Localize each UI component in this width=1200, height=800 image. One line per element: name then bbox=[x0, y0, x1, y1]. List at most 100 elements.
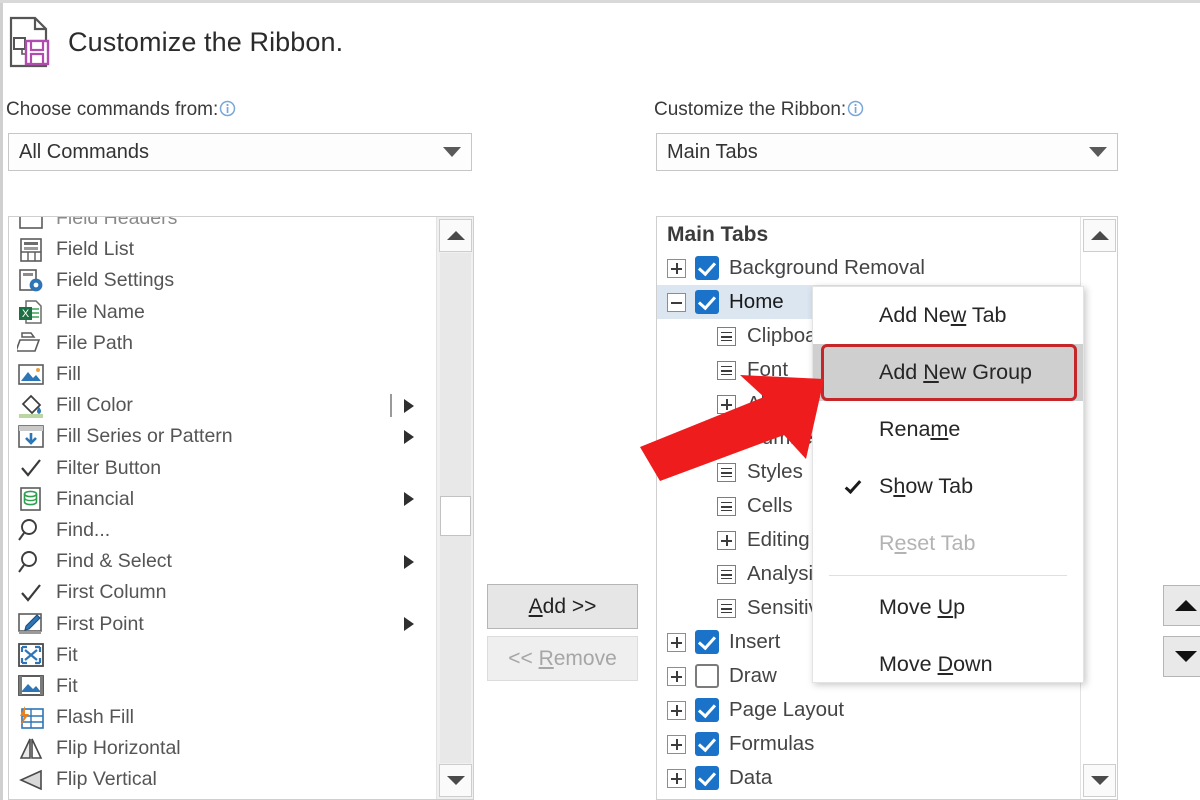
context-menu-item-label: Move Up bbox=[879, 595, 966, 619]
add-button[interactable]: Add >> bbox=[487, 584, 638, 629]
group-expand-icon[interactable] bbox=[717, 530, 736, 550]
ribbon-tree-scrollbar[interactable] bbox=[1080, 217, 1117, 799]
scroll-up-button[interactable] bbox=[439, 219, 472, 252]
move-down-button[interactable] bbox=[1163, 636, 1200, 677]
command-list-item[interactable]: Find... bbox=[9, 515, 436, 546]
submenu-arrow-icon[interactable] bbox=[404, 492, 414, 507]
tab-visibility-checkbox[interactable] bbox=[695, 290, 719, 314]
command-list-item[interactable]: Field List bbox=[9, 234, 436, 265]
tab-visibility-checkbox[interactable] bbox=[695, 766, 719, 790]
field-settings-gear-icon bbox=[17, 268, 45, 294]
command-list-item-label: File Name bbox=[56, 300, 145, 323]
pencil-edit-icon bbox=[17, 611, 45, 637]
tree-item-label: Cells bbox=[747, 494, 793, 517]
command-list-item[interactable]: Field Settings bbox=[9, 265, 436, 296]
group-collapse-icon[interactable] bbox=[717, 496, 736, 516]
command-list-item[interactable]: Field Headers bbox=[9, 217, 436, 234]
scrollbar-track-upper[interactable] bbox=[440, 253, 471, 496]
scroll-down-button[interactable] bbox=[439, 764, 472, 797]
context-menu-item-show-tab[interactable]: Show Tab bbox=[813, 458, 1083, 515]
context-menu-item-add-new-group[interactable]: Add New Group bbox=[813, 344, 1083, 401]
customize-ribbon-label: Customize the Ribbon: bbox=[654, 99, 864, 123]
command-list-item[interactable]: Fit bbox=[9, 640, 436, 671]
tab-visibility-checkbox[interactable] bbox=[695, 256, 719, 280]
tab-visibility-checkbox[interactable] bbox=[695, 698, 719, 722]
expand-icon[interactable] bbox=[667, 768, 686, 788]
customize-ribbon-dropdown[interactable]: Main Tabs bbox=[656, 133, 1118, 171]
customize-ribbon-dialog: Customize the Ribbon. Choose commands fr… bbox=[0, 0, 1200, 800]
commands-list[interactable]: Field Headers Field List Field Settings X Fi… bbox=[9, 217, 436, 799]
info-icon[interactable] bbox=[847, 100, 864, 123]
command-list-item-label: Fill Color bbox=[56, 394, 133, 417]
submenu-arrow-icon[interactable] bbox=[404, 398, 414, 413]
tab-visibility-checkbox[interactable] bbox=[695, 664, 719, 688]
context-menu-item-label: Rename bbox=[879, 417, 961, 441]
command-list-item[interactable]: X File Name bbox=[9, 297, 436, 328]
command-list-item[interactable]: Fit bbox=[9, 671, 436, 702]
info-icon[interactable] bbox=[219, 100, 236, 123]
group-collapse-icon[interactable] bbox=[717, 326, 736, 346]
command-list-item[interactable]: Financial bbox=[9, 484, 436, 515]
command-list-item[interactable]: First Column bbox=[9, 577, 436, 608]
tree-tab-item[interactable]: Data bbox=[657, 761, 1080, 795]
scroll-down-arrow-icon bbox=[446, 776, 465, 785]
command-list-item-label: Find & Select bbox=[56, 550, 172, 573]
command-list-item-label: Filter Button bbox=[56, 456, 162, 479]
flip-vertical-icon bbox=[17, 767, 45, 793]
command-list-item-label: Fit bbox=[56, 643, 78, 666]
commands-list-scrollbar[interactable] bbox=[436, 217, 473, 799]
tree-scroll-down-button[interactable] bbox=[1083, 764, 1116, 797]
submenu-arrow-icon[interactable] bbox=[404, 617, 414, 632]
expand-icon[interactable] bbox=[667, 666, 686, 686]
scrollbar-thumb[interactable] bbox=[440, 496, 471, 536]
command-list-item-label: Find... bbox=[56, 518, 111, 541]
tree-item-label: Formulas bbox=[729, 732, 815, 755]
command-list-item-label: First Point bbox=[56, 612, 144, 635]
command-list-item[interactable]: Flip Horizontal bbox=[9, 733, 436, 764]
command-list-item-label: Fit bbox=[56, 674, 78, 697]
command-list-item[interactable]: First Point bbox=[9, 608, 436, 639]
excel-file-icon: X bbox=[17, 299, 45, 325]
expand-icon[interactable] bbox=[667, 632, 686, 652]
fill-down-arrow-icon bbox=[17, 424, 45, 450]
command-list-item-label: Flash Fill bbox=[56, 706, 135, 729]
command-list-item[interactable]: Fill Series or Pattern bbox=[9, 421, 436, 452]
context-menu-item-move-up[interactable]: Move Up bbox=[813, 579, 1083, 636]
tree-item-label: Background Removal bbox=[729, 256, 925, 279]
group-collapse-icon[interactable] bbox=[717, 598, 736, 618]
page-title-row: Customize the Ribbon. bbox=[8, 16, 343, 68]
context-menu-item-move-down[interactable]: Move Down bbox=[813, 636, 1083, 693]
command-list-item[interactable]: Find & Select bbox=[9, 546, 436, 577]
command-list-item[interactable]: Flash Fill bbox=[9, 702, 436, 733]
remove-button[interactable]: << Remove bbox=[487, 636, 638, 681]
context-menu-item-rename[interactable]: Rename bbox=[813, 401, 1083, 458]
paint-bucket-icon bbox=[17, 393, 45, 419]
submenu-arrow-icon[interactable] bbox=[404, 554, 414, 569]
move-up-button[interactable] bbox=[1163, 585, 1200, 626]
tree-scroll-up-button[interactable] bbox=[1083, 219, 1116, 252]
expand-icon[interactable] bbox=[667, 700, 686, 720]
tree-tab-item[interactable]: Page Layout bbox=[657, 693, 1080, 727]
tree-tab-item[interactable]: Formulas bbox=[657, 727, 1080, 761]
tree-tab-item[interactable]: Background Removal bbox=[657, 251, 1080, 285]
collapse-icon[interactable] bbox=[667, 292, 686, 312]
command-list-item[interactable]: File Path bbox=[9, 328, 436, 359]
tree-item-label: Home bbox=[729, 290, 784, 313]
tab-visibility-checkbox[interactable] bbox=[695, 732, 719, 756]
add-accel: A bbox=[528, 594, 543, 618]
tab-visibility-checkbox[interactable] bbox=[695, 630, 719, 654]
group-collapse-icon[interactable] bbox=[717, 564, 736, 584]
scrollbar-track-lower[interactable] bbox=[440, 536, 471, 763]
command-list-item[interactable]: Filter Button bbox=[9, 453, 436, 484]
tree-tab-item[interactable]: Review bbox=[657, 795, 1080, 799]
submenu-arrow-icon[interactable] bbox=[404, 429, 414, 444]
context-menu-items: Add New Tab Add New Group Rename Show Tab Re… bbox=[813, 287, 1083, 693]
expand-icon[interactable] bbox=[667, 258, 686, 278]
choose-commands-from-dropdown[interactable]: All Commands bbox=[8, 133, 472, 171]
command-list-item[interactable]: Fill Color bbox=[9, 390, 436, 421]
context-menu-item-add-new-tab[interactable]: Add New Tab bbox=[813, 287, 1083, 344]
command-list-item[interactable]: Flip Vertical bbox=[9, 764, 436, 795]
expand-icon[interactable] bbox=[667, 734, 686, 754]
command-list-item[interactable]: Fill bbox=[9, 359, 436, 390]
move-up-arrow-icon bbox=[1175, 600, 1197, 611]
